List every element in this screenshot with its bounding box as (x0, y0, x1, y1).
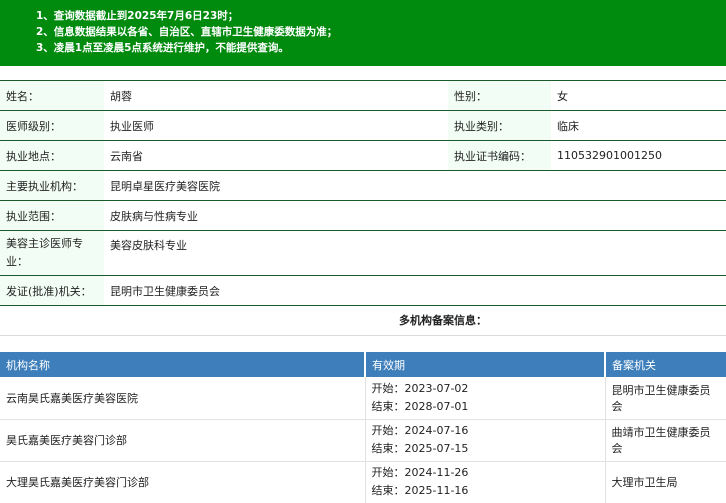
end-label: 结束： (371, 484, 405, 497)
institutions-table: 机构名称 有效期 备案机关 云南昊氏嘉美医疗美容医院 开始：2023-07-02… (0, 352, 726, 503)
end-label: 结束： (371, 442, 405, 455)
org-value: 昆明卓星医疗美容医院 (104, 170, 726, 201)
validity-cell: 开始：2023-07-02 结束：2028-07-01 (365, 377, 606, 420)
org-label: 主要执业机构： (0, 170, 104, 201)
table-row: 大理昊氏嘉美医疗美容门诊部 开始：2024-11-26 结束：2025-11-1… (0, 461, 726, 503)
institution-name: 云南昊氏嘉美医疗美容医院 (0, 377, 366, 420)
validity-cell: 开始：2024-07-16 结束：2025-07-15 (365, 419, 606, 462)
location-value: 云南省 (104, 140, 448, 171)
table-row: 云南昊氏嘉美医疗美容医院 开始：2023-07-02 结束：2028-07-01… (0, 377, 726, 420)
cosmetic-label: 美容主诊医师专业： (0, 230, 104, 276)
info-row-cosmetic: 美容主诊医师专业： 美容皮肤科专业 (0, 230, 726, 276)
notice-line-2: 2、信息数据结果以各省、自治区、直辖市卫生健康委数据为准； (36, 26, 338, 38)
gender-value: 女 (551, 80, 726, 111)
category-label: 执业类别： (448, 110, 551, 141)
end-label: 结束： (371, 399, 405, 413)
column-header-authority: 备案机关 (605, 352, 726, 377)
notice-line-1: 1、查询数据截止到2025年7月6日23时； (36, 10, 239, 22)
info-row-name: 姓名： 胡蓉 性别： 女 (0, 80, 726, 111)
info-row-location: 执业地点： 云南省 执业证书编码： 110532901001250 (0, 140, 726, 171)
name-value: 胡蓉 (104, 80, 448, 111)
multi-institution-title: 多机构备案信息： (0, 306, 726, 336)
table-row: 昊氏嘉美医疗美容门诊部 开始：2024-07-16 结束：2025-07-15 … (0, 419, 726, 462)
info-row-level: 医师级别： 执业医师 执业类别： 临床 (0, 110, 726, 141)
authority: 昆明市卫生健康委员会 (605, 377, 726, 420)
info-row-org: 主要执业机构： 昆明卓星医疗美容医院 (0, 170, 726, 201)
doctor-info-table: 姓名： 胡蓉 性别： 女 医师级别： 执业医师 执业类别： 临床 执业地点： 云… (0, 80, 726, 306)
start-label: 开始： (371, 424, 405, 437)
scope-label: 执业范围： (0, 200, 104, 231)
name-label: 姓名： (0, 80, 104, 111)
cert-value: 110532901001250 (551, 140, 726, 171)
category-value: 临床 (551, 110, 726, 141)
validity-cell: 开始：2024-11-26 结束：2025-11-16 (365, 461, 606, 503)
start-date: 2023-07-02 (404, 381, 469, 395)
end-date: 2025-11-16 (404, 484, 469, 497)
institution-name: 大理昊氏嘉美医疗美容门诊部 (0, 461, 366, 503)
issuer-label: 发证(批准)机关： (0, 275, 104, 306)
multi-institution-title-text: 多机构备案信息： (399, 314, 487, 327)
authority: 大理市卫生局 (605, 461, 726, 503)
gender-label: 性别： (448, 80, 551, 111)
column-header-name: 机构名称 (0, 352, 366, 377)
start-label: 开始： (371, 381, 405, 395)
level-label: 医师级别： (0, 110, 104, 141)
level-value: 执业医师 (104, 110, 448, 141)
notice-banner: 1、查询数据截止到2025年7月6日23时； 2、信息数据结果以各省、自治区、直… (0, 0, 726, 66)
authority: 曲靖市卫生健康委员会 (605, 419, 726, 462)
info-row-issuer: 发证(批准)机关： 昆明市卫生健康委员会 (0, 275, 726, 306)
scope-value: 皮肤病与性病专业 (104, 200, 726, 231)
end-date: 2028-07-01 (404, 399, 469, 413)
start-date: 2024-11-26 (404, 466, 469, 479)
cosmetic-value: 美容皮肤科专业 (104, 230, 726, 276)
end-date: 2025-07-15 (404, 442, 469, 455)
cert-label: 执业证书编码： (448, 140, 551, 171)
start-date: 2024-07-16 (404, 424, 469, 437)
notice-line-3: 3、凌晨1点至凌晨5点系统进行维护，不能提供查询。 (36, 42, 289, 54)
location-label: 执业地点： (0, 140, 104, 171)
institutions-header-row: 机构名称 有效期 备案机关 (0, 352, 726, 377)
start-label: 开始： (371, 466, 405, 479)
column-header-validity: 有效期 (365, 352, 606, 377)
institution-name: 昊氏嘉美医疗美容门诊部 (0, 419, 366, 462)
info-row-scope: 执业范围： 皮肤病与性病专业 (0, 200, 726, 231)
issuer-value: 昆明市卫生健康委员会 (104, 275, 726, 306)
